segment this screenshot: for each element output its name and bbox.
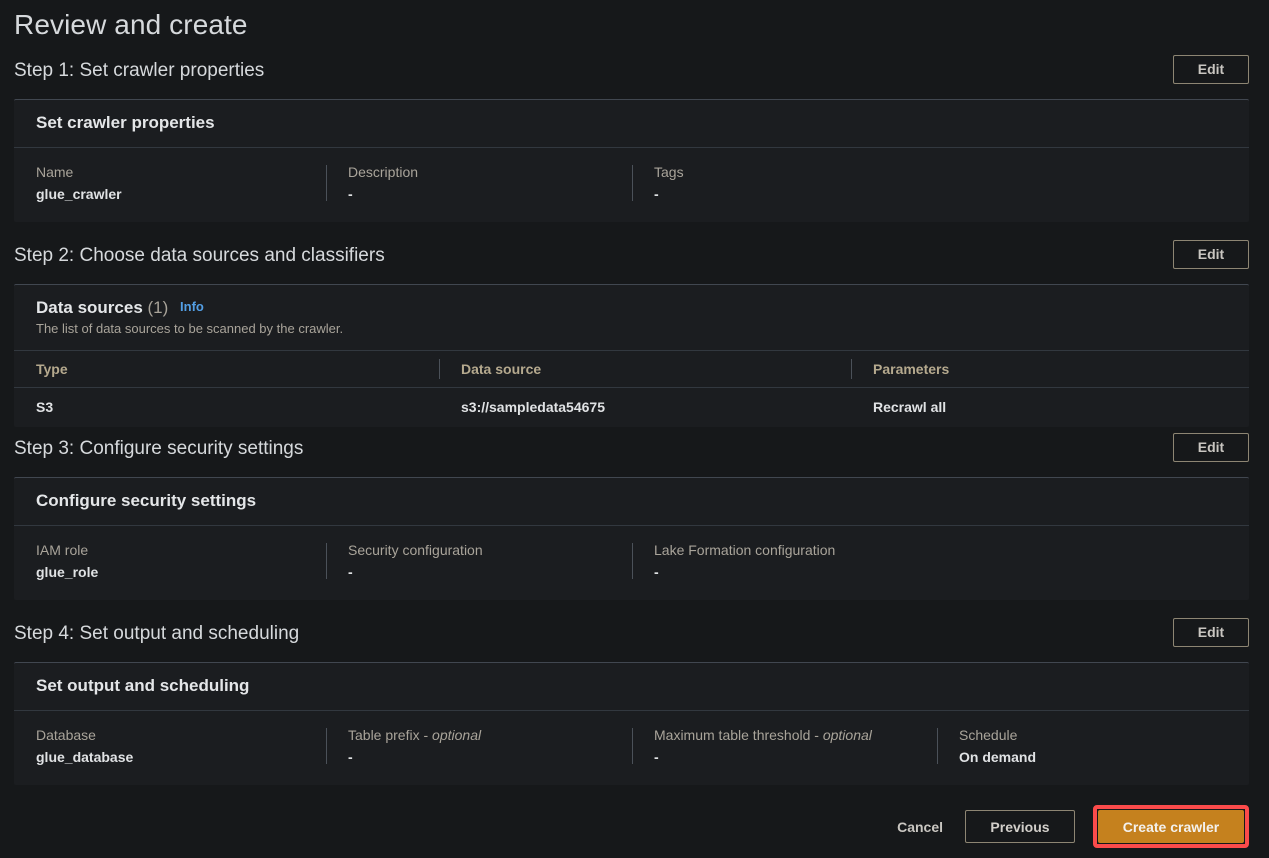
field-maximum-table-threshold-label: Maximum table threshold - optional bbox=[654, 727, 919, 743]
step-1-section: Step 1: Set crawler properties Edit Set … bbox=[0, 55, 1269, 222]
step-4-panel: Set output and scheduling Database glue_… bbox=[14, 662, 1249, 785]
data-sources-table: Type Data source Parameters S3 s3://samp… bbox=[14, 351, 1249, 427]
table-row: S3 s3://sampledata54675 Recrawl all bbox=[14, 388, 1249, 428]
step-2-panel: Data sources (1) Info The list of data s… bbox=[14, 284, 1249, 427]
step-2-title: Step 2: Choose data sources and classifi… bbox=[14, 245, 385, 267]
edit-step-4-button[interactable]: Edit bbox=[1173, 618, 1249, 647]
field-name-label: Name bbox=[36, 164, 308, 180]
step-3-panel-title: Configure security settings bbox=[36, 491, 1229, 511]
step-3-panel-header: Configure security settings bbox=[14, 478, 1249, 526]
table-header-row: Type Data source Parameters bbox=[14, 351, 1249, 388]
info-link[interactable]: Info bbox=[180, 299, 204, 314]
field-name-value: glue_crawler bbox=[36, 186, 308, 202]
column-header-parameters: Parameters bbox=[851, 351, 1249, 388]
step-1-title: Step 1: Set crawler properties bbox=[14, 60, 264, 82]
field-table-prefix-label: Table prefix - optional bbox=[348, 727, 614, 743]
step-3-title: Step 3: Configure security settings bbox=[14, 438, 303, 460]
field-lake-formation-configuration: Lake Formation configuration - bbox=[632, 542, 938, 580]
step-1-panel-header: Set crawler properties bbox=[14, 100, 1249, 148]
field-security-configuration-value: - bbox=[348, 564, 614, 580]
step-4-section: Step 4: Set output and scheduling Edit S… bbox=[0, 618, 1269, 785]
footer-actions: Cancel Previous Create crawler bbox=[893, 805, 1249, 848]
field-database: Database glue_database bbox=[14, 727, 326, 765]
data-sources-subtitle: The list of data sources to be scanned b… bbox=[36, 321, 1229, 336]
step-2-header: Step 2: Choose data sources and classifi… bbox=[0, 240, 1269, 284]
field-schedule: Schedule On demand bbox=[937, 727, 1197, 765]
data-sources-count: (1) bbox=[148, 298, 169, 317]
column-header-type: Type bbox=[14, 351, 439, 388]
step-4-panel-header: Set output and scheduling bbox=[14, 663, 1249, 711]
data-sources-title: Data sources (1) Info bbox=[36, 298, 1229, 318]
step-2-panel-header: Data sources (1) Info The list of data s… bbox=[14, 285, 1249, 351]
step-3-section: Step 3: Configure security settings Edit… bbox=[0, 433, 1269, 600]
step-1-panel-title: Set crawler properties bbox=[36, 113, 1229, 133]
edit-step-1-button[interactable]: Edit bbox=[1173, 55, 1249, 84]
step-3-fields: IAM role glue_role Security configuratio… bbox=[14, 526, 1249, 600]
field-security-configuration: Security configuration - bbox=[326, 542, 632, 580]
step-3-panel: Configure security settings IAM role glu… bbox=[14, 477, 1249, 600]
cancel-button[interactable]: Cancel bbox=[893, 811, 947, 843]
field-table-prefix-value: - bbox=[348, 749, 614, 765]
field-schedule-value: On demand bbox=[959, 749, 1179, 765]
page-title: Review and create bbox=[14, 9, 248, 41]
step-3-header: Step 3: Configure security settings Edit bbox=[0, 433, 1269, 477]
column-header-data-source: Data source bbox=[439, 351, 851, 388]
field-maximum-table-threshold: Maximum table threshold - optional - bbox=[632, 727, 937, 765]
field-description-label: Description bbox=[348, 164, 614, 180]
field-iam-role-label: IAM role bbox=[36, 542, 308, 558]
field-lake-formation-configuration-value: - bbox=[654, 564, 920, 580]
step-4-title: Step 4: Set output and scheduling bbox=[14, 623, 299, 645]
step-1-panel: Set crawler properties Name glue_crawler… bbox=[14, 99, 1249, 222]
field-tags: Tags - bbox=[632, 164, 938, 202]
field-iam-role: IAM role glue_role bbox=[14, 542, 326, 580]
field-description-value: - bbox=[348, 186, 614, 202]
field-name: Name glue_crawler bbox=[14, 164, 326, 202]
field-description: Description - bbox=[326, 164, 632, 202]
field-table-prefix: Table prefix - optional - bbox=[326, 727, 632, 765]
field-database-value: glue_database bbox=[36, 749, 308, 765]
step-1-header: Step 1: Set crawler properties Edit bbox=[0, 55, 1269, 99]
step-4-header: Step 4: Set output and scheduling Edit bbox=[0, 618, 1269, 662]
edit-step-2-button[interactable]: Edit bbox=[1173, 240, 1249, 269]
create-crawler-highlight: Create crawler bbox=[1093, 805, 1249, 848]
create-crawler-button[interactable]: Create crawler bbox=[1098, 810, 1244, 843]
field-schedule-label: Schedule bbox=[959, 727, 1179, 743]
step-1-fields: Name glue_crawler Description - Tags - bbox=[14, 148, 1249, 222]
step-4-fields: Database glue_database Table prefix - op… bbox=[14, 711, 1249, 785]
cell-data-source: s3://sampledata54675 bbox=[439, 388, 851, 428]
field-iam-role-value: glue_role bbox=[36, 564, 308, 580]
cell-type: S3 bbox=[14, 388, 439, 428]
edit-step-3-button[interactable]: Edit bbox=[1173, 433, 1249, 462]
field-tags-label: Tags bbox=[654, 164, 920, 180]
review-and-create-page: Review and create Step 1: Set crawler pr… bbox=[0, 0, 1269, 858]
field-tags-value: - bbox=[654, 186, 920, 202]
step-4-panel-title: Set output and scheduling bbox=[36, 676, 1229, 696]
field-database-label: Database bbox=[36, 727, 308, 743]
field-security-configuration-label: Security configuration bbox=[348, 542, 614, 558]
cell-parameters: Recrawl all bbox=[851, 388, 1249, 428]
field-maximum-table-threshold-value: - bbox=[654, 749, 919, 765]
step-2-section: Step 2: Choose data sources and classifi… bbox=[0, 240, 1269, 427]
data-sources-title-text: Data sources bbox=[36, 298, 143, 317]
field-lake-formation-configuration-label: Lake Formation configuration bbox=[654, 542, 920, 558]
previous-button[interactable]: Previous bbox=[965, 810, 1075, 843]
